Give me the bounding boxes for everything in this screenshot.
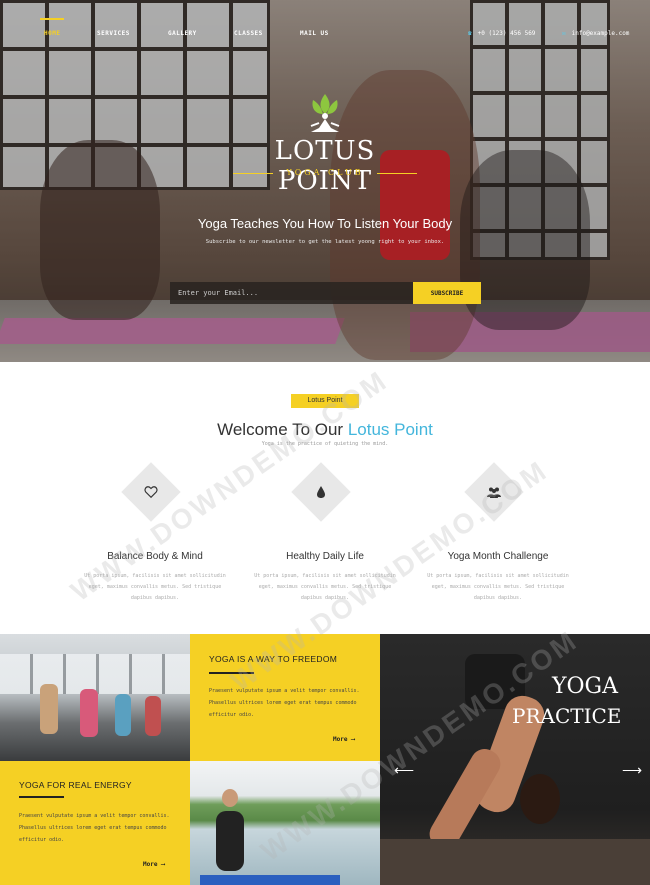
feature-text: Ut porta ipsum, facilisis sit amet solli… bbox=[427, 573, 569, 601]
freedom-rule bbox=[209, 672, 254, 674]
welcome-title-accent: Lotus Point bbox=[347, 420, 433, 439]
yoga-practice-image: YOGA PRACTICE ⟵ ⟶ bbox=[380, 634, 650, 885]
heart-icon bbox=[130, 471, 172, 513]
gym-person bbox=[115, 694, 131, 736]
gym-window bbox=[0, 654, 190, 694]
welcome-badge: Lotus Point bbox=[291, 394, 359, 408]
nav-services[interactable]: SERVICES bbox=[97, 30, 130, 37]
arrow-right-icon: ⟶ bbox=[351, 736, 355, 743]
contact-email[interactable]: ✉ info@example.com bbox=[562, 30, 629, 37]
practice-word-2: PRACTICE bbox=[512, 704, 622, 728]
meditation-head bbox=[222, 789, 238, 807]
arrow-left-icon[interactable]: ⟵ bbox=[394, 762, 414, 779]
feature-title: Healthy Daily Life bbox=[286, 551, 364, 562]
more-label: More bbox=[333, 736, 348, 743]
phone-icon: ☎ bbox=[468, 30, 472, 37]
phone-text: +0 (123) 456 569 bbox=[477, 30, 536, 37]
nav-mail-us[interactable]: MAIL US bbox=[300, 30, 329, 37]
hero-text: Subscribe to our newsletter to get the l… bbox=[205, 239, 445, 245]
feature-title: Yoga Month Challenge bbox=[447, 551, 549, 562]
freedom-more-link[interactable]: More ⟶ bbox=[333, 736, 355, 743]
welcome-title-prefix: Welcome To Our bbox=[217, 420, 348, 439]
energy-rule bbox=[19, 796, 64, 798]
freedom-text: Praesent vulputate ipsum a velit tempor … bbox=[209, 688, 360, 718]
energy-title: YOGA FOR REAL ENERGY bbox=[19, 780, 132, 790]
nav-classes[interactable]: CLASSES bbox=[234, 30, 263, 37]
meditation-mat bbox=[200, 875, 340, 885]
practice-figure bbox=[520, 774, 560, 824]
subscribe-button[interactable]: SUBSCRIBE bbox=[413, 282, 481, 304]
nav-gallery[interactable]: GALLERY bbox=[168, 30, 197, 37]
logo-title: LOTUS POINT bbox=[274, 136, 376, 196]
feature-text: Ut porta ipsum, facilisis sit amet solli… bbox=[254, 573, 396, 601]
freedom-tile: YOGA IS A WAY TO FREEDOM Praesent vulput… bbox=[190, 634, 380, 761]
meditation-person bbox=[216, 811, 244, 871]
feature-title: Balance Body & Mind bbox=[107, 551, 203, 562]
group-icon bbox=[473, 471, 515, 513]
lotus-logo-icon bbox=[310, 94, 340, 132]
hero-section: HOME SERVICES GALLERY CLASSES MAIL US ☎ +… bbox=[0, 0, 650, 362]
gym-person bbox=[40, 684, 58, 734]
energy-tile: YOGA FOR REAL ENERGY Praesent vulputate … bbox=[0, 761, 190, 885]
drop-icon bbox=[300, 471, 342, 513]
feature-text: Ut porta ipsum, facilisis sit amet solli… bbox=[84, 573, 226, 601]
email-input[interactable] bbox=[170, 282, 413, 304]
envelope-icon: ✉ bbox=[562, 30, 566, 37]
practice-word-1: YOGA bbox=[552, 674, 619, 699]
gym-person bbox=[80, 689, 98, 737]
arrow-right-icon[interactable]: ⟶ bbox=[622, 762, 642, 779]
contact-phone: ☎ +0 (123) 456 569 bbox=[468, 30, 535, 37]
gym-person bbox=[145, 696, 161, 736]
practice-floor bbox=[380, 839, 650, 885]
hero-heading: Yoga Teaches You How To Listen Your Body bbox=[197, 216, 453, 231]
welcome-title: Welcome To Our Lotus Point bbox=[100, 420, 550, 440]
nav-home[interactable]: HOME bbox=[39, 18, 66, 37]
more-label: More bbox=[143, 861, 158, 868]
freedom-title: YOGA IS A WAY TO FREEDOM bbox=[209, 654, 338, 664]
welcome-subtitle: Yoga is the practice of quieting the min… bbox=[261, 441, 389, 447]
email-text: info@example.com bbox=[571, 30, 630, 37]
lake-meditation-image bbox=[190, 761, 380, 885]
energy-text: Praesent vulputate ipsum a velit tempor … bbox=[19, 813, 170, 843]
gym-class-image bbox=[0, 634, 190, 761]
arrow-right-icon: ⟶ bbox=[161, 861, 165, 868]
energy-more-link[interactable]: More ⟶ bbox=[143, 861, 165, 868]
logo-subtitle: YOGA CLUB bbox=[225, 168, 425, 177]
main-nav: HOME SERVICES GALLERY CLASSES MAIL US bbox=[0, 18, 650, 42]
